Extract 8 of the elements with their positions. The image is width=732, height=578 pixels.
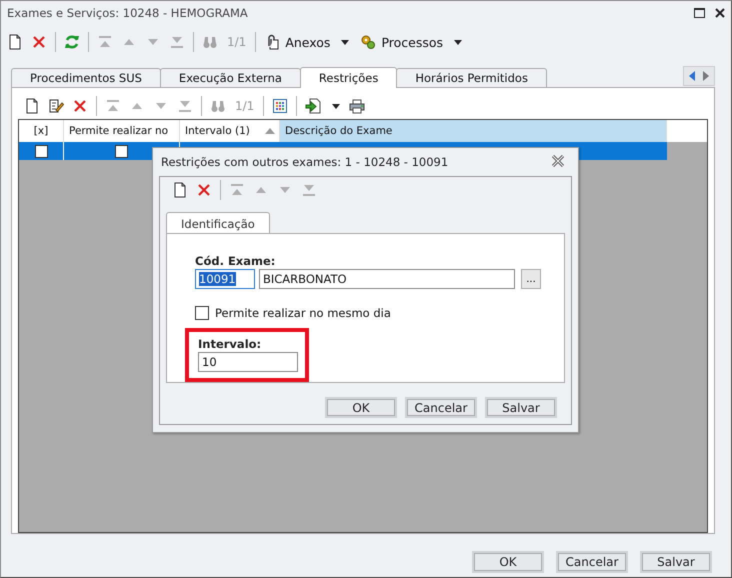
record-counter: 1/1 — [226, 35, 248, 49]
field-label: Cód. Exame: — [195, 254, 276, 268]
field-label: Intervalo: — [198, 337, 262, 351]
record-counter: 1/1 — [234, 99, 256, 113]
checkbox-label: Permite realizar no mesmo dia — [215, 306, 391, 320]
selected-text: 10091 — [199, 272, 236, 286]
window-title: Exames e Serviços: 10248 - HEMOGRAMA — [7, 6, 248, 20]
dialog-title: Restrições com outros exames: 1 - 10248 - 10091 — [161, 155, 448, 169]
